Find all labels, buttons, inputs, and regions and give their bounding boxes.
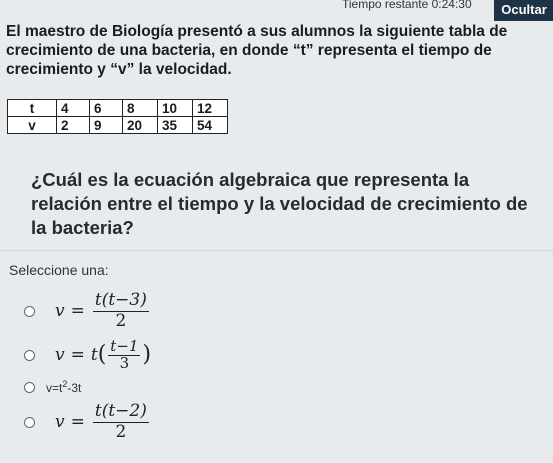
timer-label: Tiempo restante	[342, 0, 429, 11]
equation: v = t(t−2) 2	[55, 402, 151, 442]
answer-option-b[interactable]: v = t ( t−1 3 )	[24, 339, 151, 371]
answer-option-c[interactable]: v=t2-3t	[24, 379, 81, 395]
table-cell: 12	[192, 99, 228, 117]
answer-option-a[interactable]: v = t(t−3) 2	[24, 291, 151, 331]
fraction-numerator: t(t−2)	[92, 401, 149, 423]
timer-value: 0:24:30	[431, 0, 472, 11]
table-cell: 9	[89, 116, 123, 134]
equals-sign: =	[70, 301, 85, 321]
table-row: t 4 6 8 10 12	[7, 99, 228, 117]
fraction-denominator: 3	[119, 354, 130, 372]
growth-table: t 4 6 8 10 12 v 2 9 20 35 54	[7, 99, 228, 134]
fraction: t(t−3) 2	[92, 290, 149, 331]
fraction-denominator: 2	[115, 422, 127, 442]
equation-lhs: v	[55, 301, 65, 321]
radio-button[interactable]	[24, 416, 35, 428]
equation-lhs: v	[55, 412, 65, 432]
radio-button[interactable]	[24, 305, 35, 317]
equation: v = t(t−3) 2	[55, 291, 151, 331]
equals-sign: =	[70, 345, 85, 365]
table-cell: v	[7, 116, 57, 134]
table-cell: 10	[157, 99, 193, 117]
equation: v = t ( t−1 3 )	[55, 339, 151, 371]
radio-button[interactable]	[24, 381, 35, 393]
equation-base: v=t	[46, 381, 63, 395]
hide-timer-button[interactable]: Ocultar	[494, 0, 553, 21]
fraction-numerator: t(t−3)	[92, 290, 149, 312]
question-text: ¿Cuál es la ecuación algebraica que repr…	[31, 169, 528, 238]
fraction-denominator: 2	[115, 311, 127, 331]
divider	[0, 250, 553, 251]
problem-intro: El maestro de Biología presentó a sus al…	[6, 23, 508, 78]
equation-tail: -3t	[67, 381, 82, 395]
equation-text: v=t2-3t	[46, 379, 81, 395]
timer: Tiempo restante 0:24:30	[342, 0, 472, 11]
table-cell: t	[7, 99, 57, 117]
equation-lhs: v	[55, 345, 65, 365]
answer-option-d[interactable]: v = t(t−2) 2	[24, 402, 151, 442]
right-paren: )	[142, 342, 152, 367]
table-row: v 2 9 20 35 54	[7, 116, 228, 134]
equals-sign: =	[70, 412, 85, 432]
equation-coefficient: t	[90, 345, 98, 365]
table-cell: 20	[122, 116, 158, 134]
fraction: t(t−2) 2	[92, 401, 149, 442]
answer-prompt: Seleccione una:	[9, 262, 109, 278]
quiz-header: Tiempo restante 0:24:30 Ocultar	[0, 0, 553, 21]
table-cell: 6	[89, 99, 123, 117]
table-cell: 8	[122, 99, 158, 117]
table-cell: 54	[192, 116, 228, 134]
fraction: t−1 3	[108, 339, 141, 372]
left-paren: (	[97, 342, 107, 367]
table-cell: 2	[56, 116, 90, 134]
table-cell: 4	[56, 99, 90, 117]
radio-button[interactable]	[24, 349, 35, 361]
table-cell: 35	[157, 116, 193, 134]
